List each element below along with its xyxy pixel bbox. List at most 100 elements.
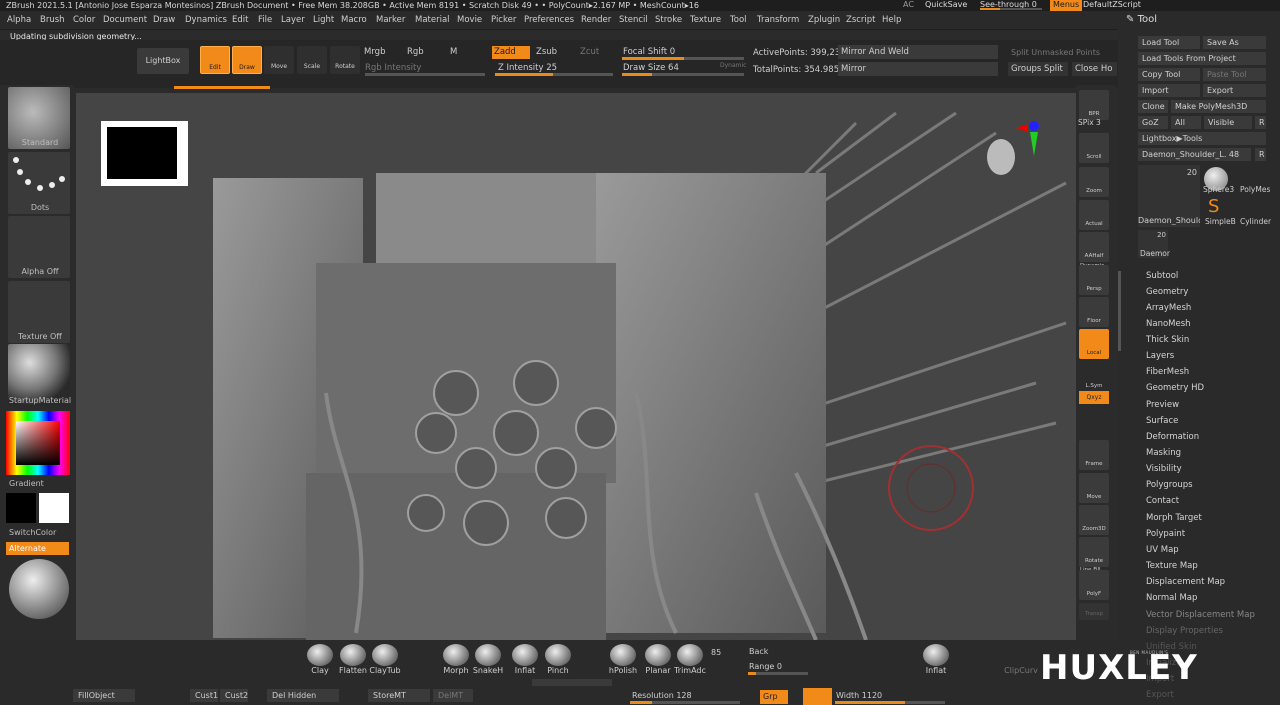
spix-setting[interactable]: SPix 3 <box>1078 118 1101 127</box>
hpolish-brush-icon[interactable] <box>610 644 636 666</box>
store-mt-button[interactable]: StoreMT <box>368 689 430 702</box>
save-as-button[interactable]: Save As <box>1203 36 1266 49</box>
width-slider[interactable] <box>835 701 945 704</box>
inflate-brush-icon[interactable] <box>512 644 538 666</box>
inflate-brush-icon-2[interactable] <box>923 644 949 666</box>
subpalette-displacement-map[interactable]: Displacement Map <box>1146 577 1225 587</box>
subpalette-display-properties[interactable]: Display Properties <box>1146 626 1223 636</box>
back-button[interactable]: Back <box>749 647 768 656</box>
menu-transform[interactable]: Transform <box>757 15 799 25</box>
menu-draw[interactable]: Draw <box>153 15 175 25</box>
orange-toggle[interactable] <box>803 688 832 705</box>
clay-brush-icon[interactable] <box>307 644 333 666</box>
subpalette-preview[interactable]: Preview <box>1146 400 1179 410</box>
del-hidden-button[interactable]: Del Hidden <box>267 689 339 702</box>
subpalette-thick-skin[interactable]: Thick Skin <box>1146 335 1189 345</box>
subpalette-geometry-hd[interactable]: Geometry HD <box>1146 383 1204 393</box>
quicksave-button[interactable]: QuickSave <box>925 0 967 9</box>
lightbox-tools-button[interactable]: Lightbox▶Tools <box>1138 132 1266 145</box>
zoom3d-button[interactable]: Zoom3D <box>1079 505 1109 535</box>
rgb-intensity-track[interactable] <box>365 73 485 76</box>
trimadaptive-brush-icon[interactable] <box>677 644 703 666</box>
export-button[interactable]: Export <box>1203 84 1266 97</box>
rotate-button[interactable]: Rotate <box>330 46 360 74</box>
del-mt-button[interactable]: DelMT <box>433 689 473 702</box>
menu-help[interactable]: Help <box>882 15 901 25</box>
focal-shift-slider[interactable] <box>622 57 744 60</box>
palette-scrollbar[interactable] <box>1118 271 1121 351</box>
menu-color[interactable]: Color <box>73 15 95 25</box>
subpalette-arraymesh[interactable]: ArrayMesh <box>1146 303 1191 313</box>
color-square[interactable] <box>16 421 60 465</box>
cust2-button[interactable]: Cust2 <box>220 689 248 702</box>
planar-brush-icon[interactable] <box>645 644 671 666</box>
z-intensity-slider[interactable] <box>495 73 613 76</box>
menu-brush[interactable]: Brush <box>40 15 65 25</box>
menu-preferences[interactable]: Preferences <box>524 15 574 25</box>
all-button[interactable]: All <box>1171 116 1201 129</box>
scale-button[interactable]: Scale <box>297 46 327 74</box>
menu-tool[interactable]: Tool <box>730 15 747 25</box>
zadd-button[interactable]: Zadd <box>492 46 530 59</box>
subpalette-morph-target[interactable]: Morph Target <box>1146 513 1202 523</box>
menu-render[interactable]: Render <box>581 15 611 25</box>
fill-object-button[interactable]: FillObject <box>73 689 135 702</box>
actual-button[interactable]: Actual <box>1079 200 1109 230</box>
make-polymesh3d-button[interactable]: Make PolyMesh3D <box>1171 100 1266 113</box>
zsub-button[interactable]: Zsub <box>536 47 557 57</box>
menu-stencil[interactable]: Stencil <box>619 15 648 25</box>
goz-button[interactable]: GoZ <box>1138 116 1168 129</box>
mirror-and-weld-button[interactable]: Mirror And Weld <box>838 45 998 59</box>
subpalette-nanomesh[interactable]: NanoMesh <box>1146 319 1191 329</box>
aahalf-button[interactable]: AAHalf <box>1079 232 1109 262</box>
lightbox-button[interactable]: LightBox <box>137 48 189 74</box>
frame-button[interactable]: Frame <box>1079 440 1109 470</box>
m-button[interactable]: M <box>450 47 457 57</box>
menu-stroke[interactable]: Stroke <box>655 15 682 25</box>
menu-picker[interactable]: Picker <box>491 15 516 25</box>
pinch-brush-icon[interactable] <box>545 644 571 666</box>
menu-zscript[interactable]: Zscript <box>846 15 876 25</box>
r-button[interactable]: R <box>1255 116 1266 129</box>
dynamic-toggle[interactable]: Dynamic <box>720 62 746 69</box>
menus-toggle[interactable]: Menus <box>1050 0 1083 11</box>
import-button[interactable]: Import <box>1138 84 1200 97</box>
subpalette-export[interactable]: Export <box>1146 690 1174 700</box>
subpalette-normal-map[interactable]: Normal Map <box>1146 593 1197 603</box>
menu-macro[interactable]: Macro <box>341 15 367 25</box>
menu-alpha[interactable]: Alpha <box>7 15 31 25</box>
mrgb-button[interactable]: Mrgb <box>364 47 385 57</box>
bpr-button[interactable]: BPR <box>1079 90 1109 120</box>
split-unmasked-button[interactable]: Split Unmasked Points <box>1011 48 1100 57</box>
subpalette-texture-map[interactable]: Texture Map <box>1146 561 1198 571</box>
move-button[interactable]: Move <box>264 46 294 74</box>
subpalette-fibermesh[interactable]: FiberMesh <box>1146 367 1189 377</box>
subpalette-masking[interactable]: Masking <box>1146 448 1181 458</box>
move-view-button[interactable]: Move <box>1079 473 1109 503</box>
copy-tool-button[interactable]: Copy Tool <box>1138 68 1200 81</box>
xyz-toggle[interactable]: Qxyz <box>1079 391 1109 404</box>
local-button[interactable]: Local <box>1079 329 1109 359</box>
rotate-view-button[interactable]: Rotate <box>1079 537 1109 567</box>
rgb-button[interactable]: Rgb <box>407 47 424 57</box>
default-zscript-button[interactable]: DefaultZScript <box>1083 0 1141 9</box>
clone-button[interactable]: Clone <box>1138 100 1168 113</box>
menu-document[interactable]: Document <box>103 15 147 25</box>
snakehook-brush-icon[interactable] <box>475 644 501 666</box>
see-through-slider[interactable]: See-through 0 <box>980 0 1044 11</box>
scroll-button[interactable]: Scroll <box>1079 133 1109 163</box>
visible-button[interactable]: Visible <box>1204 116 1252 129</box>
flatten-brush-icon[interactable] <box>340 644 366 666</box>
lsym-button[interactable]: L.Sym <box>1079 362 1109 392</box>
resolution-slider[interactable] <box>630 701 740 704</box>
current-tool-slider[interactable]: Daemon_Shoulder_L. 48 <box>1138 148 1251 161</box>
persp-button[interactable]: Persp <box>1079 265 1109 295</box>
zcut-button[interactable]: Zcut <box>580 47 599 57</box>
menu-light[interactable]: Light <box>313 15 334 25</box>
zoom-button[interactable]: Zoom <box>1079 167 1109 197</box>
menu-marker[interactable]: Marker <box>376 15 405 25</box>
range-slider[interactable] <box>748 672 808 675</box>
menu-movie[interactable]: Movie <box>457 15 482 25</box>
cust1-button[interactable]: Cust1 <box>190 689 218 702</box>
transp-button[interactable]: Transp <box>1079 603 1109 620</box>
